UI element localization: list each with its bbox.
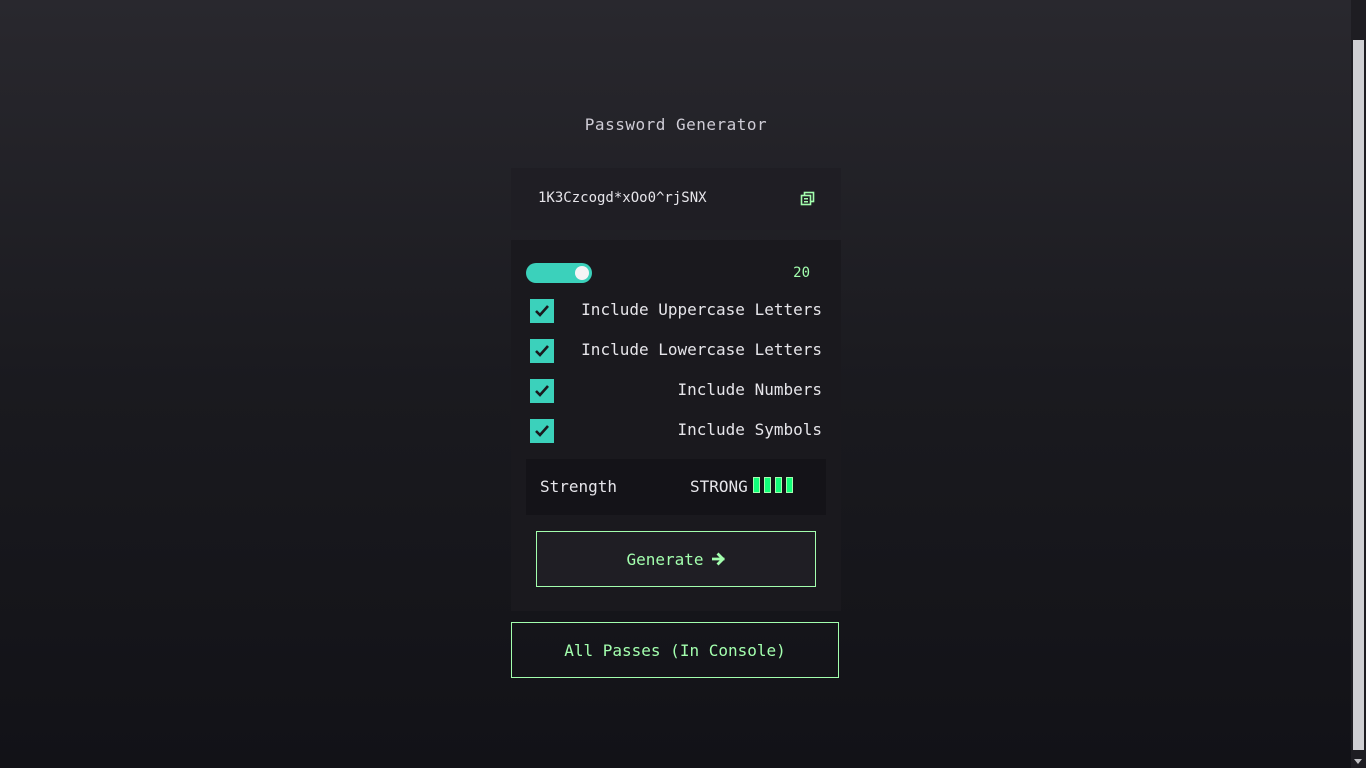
copy-icon[interactable]	[799, 190, 817, 208]
all-passes-button[interactable]: All Passes (In Console)	[511, 622, 839, 678]
page-title: Password Generator	[584, 115, 768, 134]
check-icon	[535, 385, 549, 397]
lowercase-checkbox[interactable]	[530, 339, 554, 363]
scrollbar-thumb[interactable]	[1353, 40, 1364, 750]
scroll-down-arrow-icon[interactable]	[1354, 759, 1362, 764]
check-icon	[535, 425, 549, 437]
symbols-checkbox[interactable]	[530, 419, 554, 443]
numbers-checkbox[interactable]	[530, 379, 554, 403]
length-value: 20	[793, 265, 810, 281]
option-numbers: Include Numbers	[530, 379, 822, 403]
slider-knob[interactable]	[575, 266, 589, 280]
lowercase-label: Include Lowercase Letters	[581, 340, 822, 359]
check-icon	[535, 305, 549, 317]
strength-bar-4	[786, 477, 793, 493]
generate-label: Generate	[626, 549, 704, 569]
uppercase-label: Include Uppercase Letters	[581, 300, 822, 319]
option-uppercase: Include Uppercase Letters	[530, 299, 822, 323]
check-icon	[535, 345, 549, 357]
option-lowercase: Include Lowercase Letters	[530, 339, 822, 363]
arrow-right-icon	[711, 552, 725, 566]
settings-panel: 20 Include Uppercase Letters Include Low…	[511, 240, 841, 611]
generate-button[interactable]: Generate	[536, 531, 816, 587]
strength-bar-2	[764, 477, 771, 493]
strength-label: Strength	[540, 477, 618, 496]
vertical-scrollbar[interactable]	[1351, 0, 1366, 768]
length-slider[interactable]	[526, 263, 592, 283]
password-display: 1K3Czcogd*xOo0^rjSNX	[511, 168, 841, 230]
numbers-label: Include Numbers	[677, 380, 823, 399]
uppercase-checkbox[interactable]	[530, 299, 554, 323]
password-text: 1K3Czcogd*xOo0^rjSNX	[538, 190, 707, 206]
option-symbols: Include Symbols	[530, 419, 822, 443]
symbols-label: Include Symbols	[677, 420, 823, 439]
strength-value: STRONG	[690, 477, 748, 496]
strength-bar-3	[775, 477, 782, 493]
strength-bar-1	[753, 477, 760, 493]
strength-meter: Strength STRONG	[526, 459, 826, 515]
